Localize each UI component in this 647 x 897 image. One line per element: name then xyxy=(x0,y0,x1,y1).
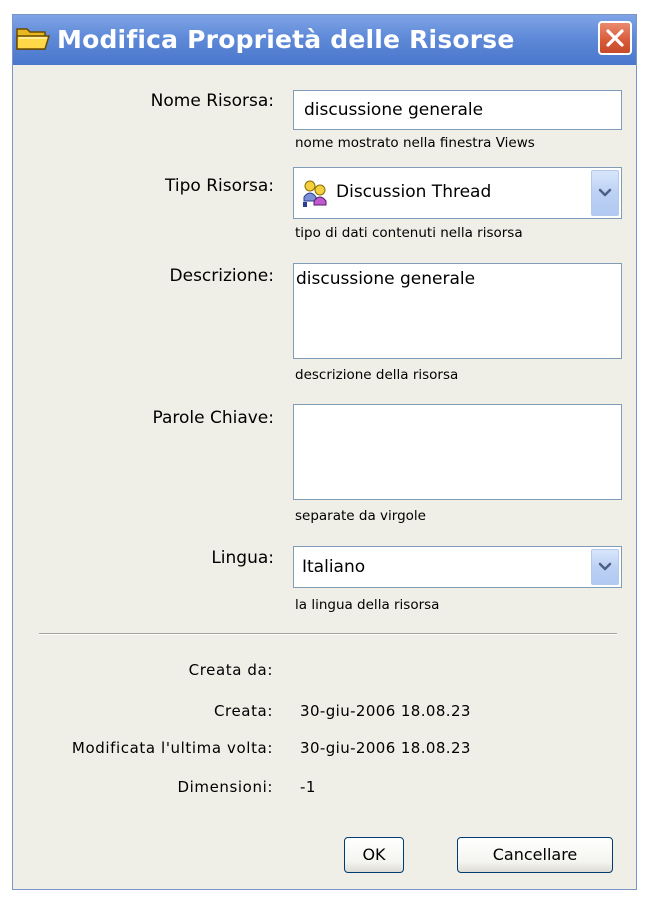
description-hint: descrizione della risorsa xyxy=(295,367,459,383)
title-bar[interactable]: Modifica Proprietà delle Risorse xyxy=(13,15,636,65)
name-label: Nome Risorsa: xyxy=(150,91,274,111)
folder-icon xyxy=(15,24,51,52)
modified-value: 30-giu-2006 18.08.23 xyxy=(300,739,471,757)
created-value: 30-giu-2006 18.08.23 xyxy=(300,702,471,720)
keywords-hint: separate da virgole xyxy=(295,508,426,524)
language-hint: la lingua della risorsa xyxy=(295,597,440,613)
chevron-down-icon xyxy=(598,562,612,571)
type-dropdown-button[interactable] xyxy=(591,170,619,216)
size-label: Dimensioni: xyxy=(177,778,273,796)
chevron-down-icon xyxy=(598,188,612,197)
language-value: Italiano xyxy=(302,557,366,577)
type-label: Tipo Risorsa: xyxy=(165,176,274,196)
size-value: -1 xyxy=(300,778,316,796)
ok-button[interactable]: OK xyxy=(344,837,404,873)
close-icon xyxy=(606,29,624,47)
created-by-label: Creata da: xyxy=(188,661,273,679)
language-select[interactable]: Italiano xyxy=(293,546,622,588)
modified-label: Modificata l'ultima volta: xyxy=(71,739,273,757)
resource-name-value: discussione generale xyxy=(304,100,484,120)
description-textarea[interactable]: discussione generale xyxy=(293,263,622,359)
dialog-window: Modifica Proprietà delle Risorse Nome Ri… xyxy=(12,14,637,890)
section-divider xyxy=(39,633,617,635)
name-hint: nome mostrato nella finestra Views xyxy=(295,135,535,151)
resource-type-value: Discussion Thread xyxy=(336,182,492,202)
cancel-button[interactable]: Cancellare xyxy=(457,837,613,873)
close-button[interactable] xyxy=(598,21,632,55)
language-dropdown-button[interactable] xyxy=(591,549,619,585)
language-label: Lingua: xyxy=(211,548,274,568)
description-label: Descrizione: xyxy=(169,266,274,286)
window-title: Modifica Proprietà delle Risorse xyxy=(57,25,515,54)
keywords-label: Parole Chiave: xyxy=(152,408,274,428)
resource-name-input[interactable]: discussione generale xyxy=(293,90,622,130)
resource-type-select[interactable]: Discussion Thread xyxy=(293,167,622,219)
discussion-thread-icon xyxy=(300,177,330,209)
keywords-textarea[interactable] xyxy=(293,404,622,500)
description-value: discussione generale xyxy=(296,269,476,289)
created-label: Creata: xyxy=(213,702,273,720)
type-hint: tipo di dati contenuti nella risorsa xyxy=(295,225,523,241)
